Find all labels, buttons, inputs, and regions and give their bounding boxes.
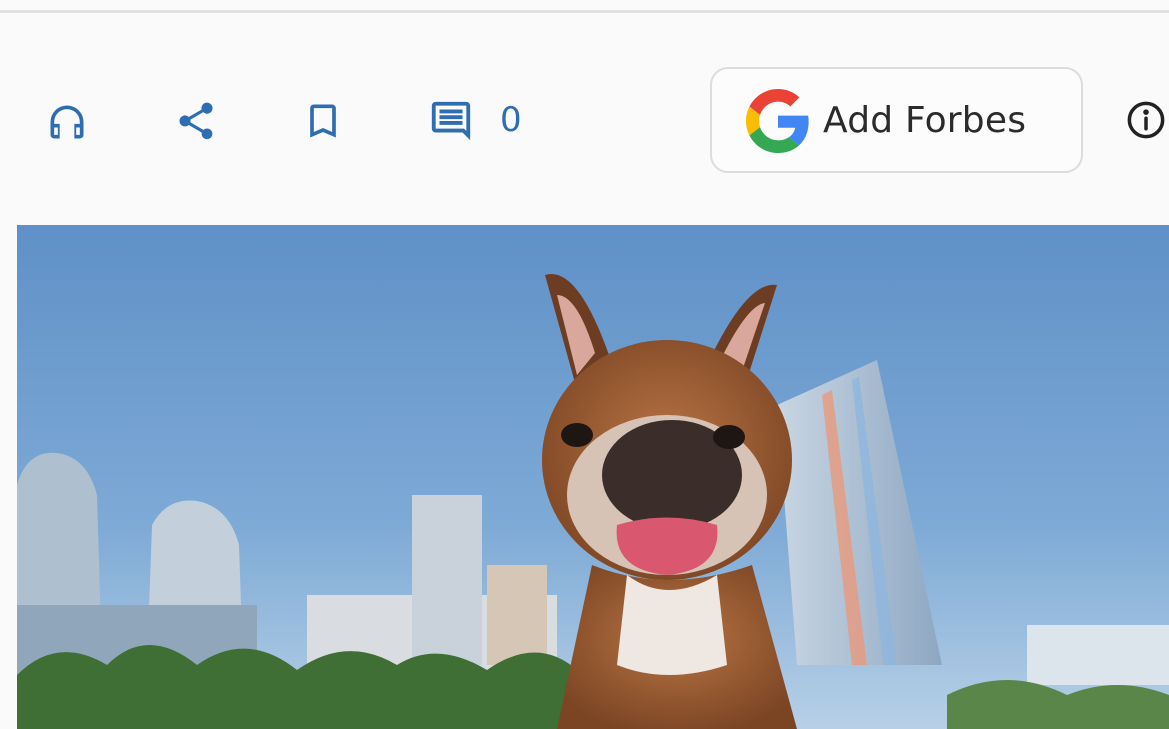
bookmark-icon [301,98,345,144]
article-page: 0 Add Forbes [0,0,1169,729]
comment-icon [427,98,475,144]
info-button[interactable] [1125,99,1167,145]
google-g-logo [746,89,810,157]
french-bulldog-photo [17,225,1169,729]
share-button[interactable] [173,97,219,145]
add-forbes-label: Add Forbes [823,100,1027,141]
hero-image [17,225,1169,729]
comment-count[interactable]: 0 [500,98,522,142]
add-forbes-button[interactable]: Add Forbes [710,67,1083,173]
header-divider [0,10,1169,13]
save-button[interactable] [300,97,346,145]
headphones-icon [45,100,89,144]
listen-button[interactable] [44,99,90,145]
info-icon [1125,101,1167,145]
comments-button[interactable] [426,98,476,144]
share-icon [174,98,218,144]
